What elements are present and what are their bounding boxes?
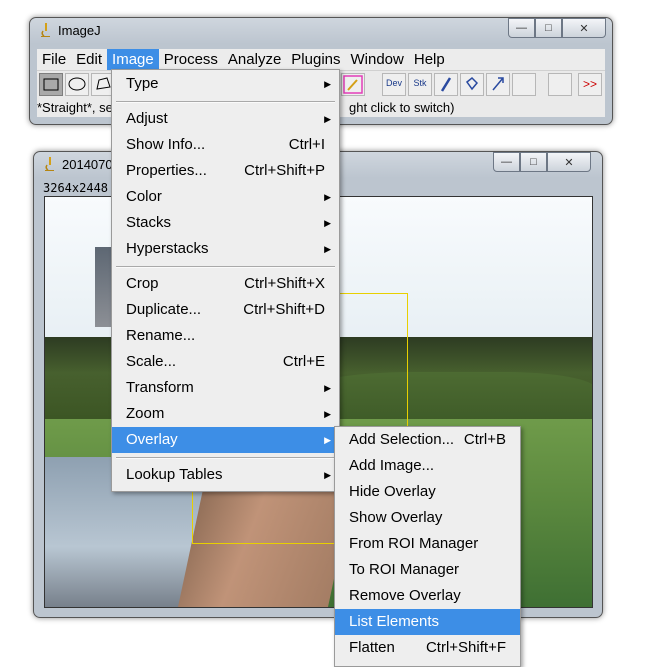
menu-analyze[interactable]: Analyze — [223, 49, 286, 70]
microscope-icon — [41, 23, 50, 37]
image-menu: Type ▶ Adjust ▶ Show Info... Ctrl+I Prop… — [111, 69, 340, 492]
menu-help[interactable]: Help — [409, 49, 450, 70]
eyedropper-icon — [343, 75, 363, 94]
brush-icon — [440, 77, 452, 92]
fill-icon — [465, 76, 479, 91]
triangle-right-icon: ▶ — [324, 192, 331, 202]
image-menu-item-hyperstacks[interactable]: Hyperstacks ▶ — [112, 236, 339, 262]
stk-label: Stk — [413, 78, 427, 88]
menu-plugins[interactable]: Plugins — [286, 49, 345, 70]
menubar: File Edit Image Process Analyze Plugins … — [37, 49, 605, 70]
overlay-item-flatten[interactable]: Flatten Ctrl+Shift+F — [335, 635, 520, 661]
image-menu-item-overlay[interactable]: Overlay ▶ — [112, 427, 339, 453]
triangle-right-icon: ▶ — [324, 79, 331, 89]
image-menu-item-zoom[interactable]: Zoom ▶ — [112, 401, 339, 427]
image-menu-item-rename[interactable]: Rename... — [112, 323, 339, 349]
close-icon[interactable]: ✕ — [547, 152, 591, 172]
flood-fill-tool[interactable] — [460, 73, 484, 96]
overlay-item-remove-overlay[interactable]: Remove Overlay — [335, 583, 520, 609]
image-menu-item-stacks[interactable]: Stacks ▶ — [112, 210, 339, 236]
menu-separator — [116, 457, 335, 459]
image-menu-item-duplicate[interactable]: Duplicate... Ctrl+Shift+D — [112, 297, 339, 323]
triangle-right-icon: ▶ — [324, 114, 331, 124]
menu-file[interactable]: File — [37, 49, 71, 70]
oval-tool[interactable] — [65, 73, 89, 96]
more-tools-button[interactable]: >> — [578, 73, 602, 96]
status-text-right: ght click to switch) — [349, 100, 455, 115]
imagej-title: ImageJ — [58, 23, 101, 38]
color-picker-tool[interactable] — [341, 73, 365, 96]
dev-tool[interactable]: Dev — [382, 73, 406, 96]
brush-tool[interactable] — [434, 73, 458, 96]
image-menu-item-crop[interactable]: Crop Ctrl+Shift+X — [112, 271, 339, 297]
overlay-item-show-overlay[interactable]: Show Overlay — [335, 505, 520, 531]
triangle-right-icon: ▶ — [324, 470, 331, 480]
dev-label: Dev — [385, 78, 402, 88]
image-menu-item-properties[interactable]: Properties... Ctrl+Shift+P — [112, 158, 339, 184]
menu-process[interactable]: Process — [159, 49, 223, 70]
menu-separator — [116, 101, 335, 103]
empty-tool-slot-1[interactable] — [512, 73, 536, 96]
maximize-icon[interactable]: □ — [535, 18, 562, 38]
image-menu-item-color[interactable]: Color ▶ — [112, 184, 339, 210]
overlay-item-add-image[interactable]: Add Image... — [335, 453, 520, 479]
minimize-icon[interactable]: — — [493, 152, 520, 172]
menu-edit[interactable]: Edit — [71, 49, 107, 70]
triangle-right-icon: ▶ — [324, 244, 331, 254]
overlay-item-from-roi-manager[interactable]: From ROI Manager — [335, 531, 520, 557]
image-menu-item-show-info[interactable]: Show Info... Ctrl+I — [112, 132, 339, 158]
overlay-item-hide-overlay[interactable]: Hide Overlay — [335, 479, 520, 505]
image-menu-item-type[interactable]: Type ▶ — [112, 71, 339, 97]
oval-icon — [68, 77, 86, 91]
close-icon[interactable]: ✕ — [562, 18, 606, 38]
microscope-icon — [45, 157, 54, 171]
menu-window[interactable]: Window — [346, 49, 409, 70]
image-menu-item-adjust[interactable]: Adjust ▶ — [112, 106, 339, 132]
overlay-submenu: Add Selection... Ctrl+B Add Image... Hid… — [334, 426, 521, 667]
triangle-right-icon: ▶ — [324, 435, 331, 445]
empty-tool-slot-2[interactable] — [548, 73, 572, 96]
rectangle-icon — [43, 78, 59, 91]
arrow-icon — [492, 77, 504, 91]
more-tools-label: >> — [582, 77, 597, 91]
menu-image[interactable]: Image — [107, 49, 159, 70]
minimize-icon[interactable]: — — [508, 18, 535, 38]
triangle-right-icon: ▶ — [324, 409, 331, 419]
image-menu-item-transform[interactable]: Transform ▶ — [112, 375, 339, 401]
triangle-right-icon: ▶ — [324, 218, 331, 228]
overlay-item-to-roi-manager[interactable]: To ROI Manager — [335, 557, 520, 583]
image-info: 3264x2448 — [43, 181, 109, 195]
triangle-right-icon: ▶ — [324, 383, 331, 393]
stk-tool[interactable]: Stk — [408, 73, 432, 96]
image-window-controls: — □ ✕ — [493, 152, 591, 172]
image-menu-item-lookup-tables[interactable]: Lookup Tables ▶ — [112, 462, 339, 488]
image-menu-item-scale[interactable]: Scale... Ctrl+E — [112, 349, 339, 375]
menu-separator — [116, 266, 335, 268]
rectangle-tool[interactable] — [39, 73, 63, 96]
overlay-item-list-elements[interactable]: List Elements — [335, 609, 520, 635]
overlay-item-add-selection[interactable]: Add Selection... Ctrl+B — [335, 427, 520, 453]
imagej-window-controls: — □ ✕ — [508, 18, 606, 38]
status-text-left: *Straight*, se — [37, 100, 113, 115]
maximize-icon[interactable]: □ — [520, 152, 547, 172]
arrow-tool[interactable] — [486, 73, 510, 96]
imagej-titlebar[interactable]: ImageJ — □ ✕ — [30, 18, 612, 44]
